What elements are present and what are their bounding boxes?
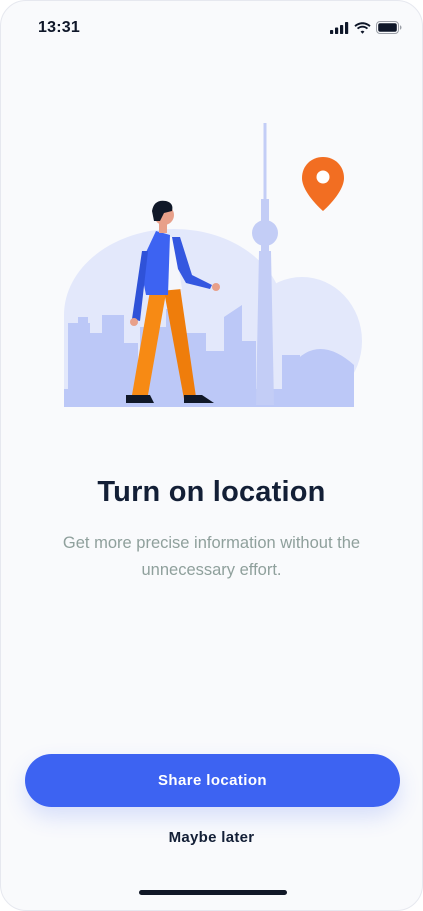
status-bar: 13:31 xyxy=(1,1,422,57)
city-walker-illustration xyxy=(64,123,362,407)
home-indicator[interactable] xyxy=(139,890,287,895)
location-pin-icon xyxy=(302,157,344,211)
share-location-button[interactable]: Share location xyxy=(25,754,400,807)
phone-screen: 13:31 Turn on location Get more precise … xyxy=(0,0,423,911)
wifi-icon xyxy=(354,21,371,34)
cellular-signal-icon xyxy=(330,21,349,34)
battery-icon xyxy=(376,21,402,34)
maybe-later-link[interactable]: Maybe later xyxy=(1,829,422,846)
status-time: 13:31 xyxy=(38,19,80,36)
page-subtitle: Get more precise information without the… xyxy=(62,534,361,579)
status-icons xyxy=(330,21,402,34)
page-title: Turn on location xyxy=(97,476,326,508)
